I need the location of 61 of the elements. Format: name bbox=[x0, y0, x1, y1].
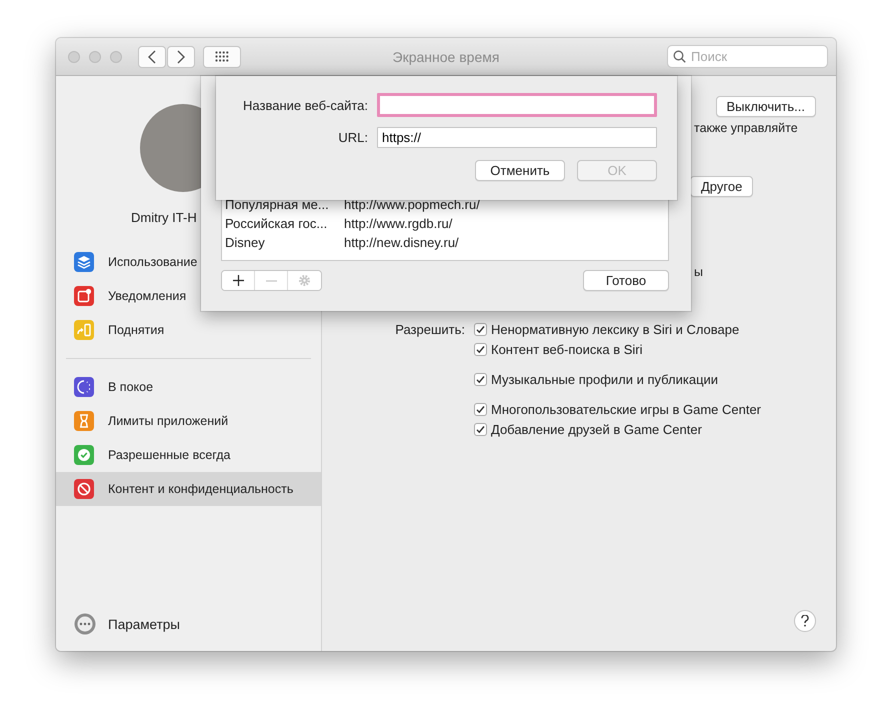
prohibited-icon bbox=[74, 479, 94, 499]
table-cell-text: Российская гос... bbox=[225, 216, 328, 231]
cancel-button[interactable]: Отменить bbox=[475, 160, 565, 181]
sidebar-item[interactable]: Разрешенные всегда bbox=[56, 438, 321, 472]
input-field[interactable] bbox=[377, 93, 657, 117]
checkmark-icon bbox=[476, 324, 485, 334]
table-cell-text: Популярная ме... bbox=[225, 197, 330, 212]
chevron-left-icon bbox=[148, 50, 156, 64]
back-button[interactable] bbox=[138, 46, 166, 68]
table-cell-text: Disney bbox=[225, 235, 266, 250]
checkbox-label: Многопользовательские игры в Game Center bbox=[491, 402, 762, 416]
grid-icon bbox=[215, 51, 229, 62]
sidebar-item[interactable]: Лимиты приложений bbox=[56, 404, 321, 438]
window-title: Экранное время bbox=[392, 48, 500, 64]
table-cell: http://www.rgdb.ru/ bbox=[344, 216, 452, 231]
help-button[interactable] bbox=[794, 610, 816, 632]
other-button[interactable]: Другое bbox=[690, 176, 754, 197]
checkbox[interactable] bbox=[474, 422, 487, 436]
user-name: Dmitry IT-H bbox=[131, 210, 197, 225]
question-mark-icon bbox=[801, 615, 809, 627]
checkmark-badge-icon bbox=[74, 445, 94, 465]
forward-button[interactable] bbox=[167, 46, 195, 68]
add-button[interactable] bbox=[222, 271, 255, 290]
checkbox-label: Добавление друзей в Game Center bbox=[491, 422, 702, 436]
options-button[interactable]: Параметры bbox=[56, 601, 321, 651]
turn-off-button[interactable]: Выключить... bbox=[716, 96, 816, 117]
checkmark-icon bbox=[476, 374, 485, 384]
dial-icon bbox=[74, 377, 94, 397]
minus-icon bbox=[266, 280, 276, 282]
checkbox[interactable] bbox=[474, 342, 487, 356]
sidebar-item[interactable]: В покое bbox=[56, 370, 321, 404]
checkbox-label: Ненормативную лексику в Siri и Словаре bbox=[491, 322, 740, 336]
hourglass-icon bbox=[74, 411, 94, 431]
sidebar-item[interactable]: Поднятия bbox=[56, 313, 321, 347]
checkbox-label: Контент веб-поиска в Siri bbox=[491, 342, 643, 356]
ellipsis-circle-icon bbox=[74, 613, 96, 635]
plus-icon bbox=[232, 275, 244, 286]
show-all-button[interactable] bbox=[203, 46, 241, 68]
table-cell: http://new.disney.ru/ bbox=[344, 235, 459, 250]
input-field[interactable]: https:// bbox=[377, 127, 657, 148]
search-icon bbox=[673, 50, 686, 63]
allow-label: Разрешить: bbox=[394, 321, 465, 339]
search-field[interactable]: Поиск bbox=[667, 45, 828, 68]
gear-icon bbox=[298, 274, 311, 287]
sidebar-item[interactable]: Контент и конфиденциальность bbox=[56, 472, 321, 506]
chevron-right-icon bbox=[177, 50, 185, 64]
notification-icon bbox=[74, 286, 94, 306]
checkbox[interactable] bbox=[474, 322, 487, 336]
checkmark-icon bbox=[476, 424, 485, 434]
description-text: ы bbox=[694, 265, 703, 279]
checkbox[interactable] bbox=[474, 402, 487, 416]
description-text: также управляйте bbox=[694, 121, 798, 135]
field-label: Название веб-сайта: bbox=[242, 98, 368, 112]
checkbox-label: Музыкальные профили и публикации bbox=[491, 372, 718, 386]
checkmark-icon bbox=[476, 344, 485, 354]
checkmark-icon bbox=[476, 404, 485, 414]
table-cell: http://www.popmech.ru/ bbox=[344, 197, 480, 212]
layers-icon bbox=[74, 252, 94, 272]
checkbox[interactable] bbox=[474, 372, 487, 386]
field-label: URL: bbox=[337, 130, 368, 145]
done-button[interactable]: Готово bbox=[583, 270, 669, 291]
